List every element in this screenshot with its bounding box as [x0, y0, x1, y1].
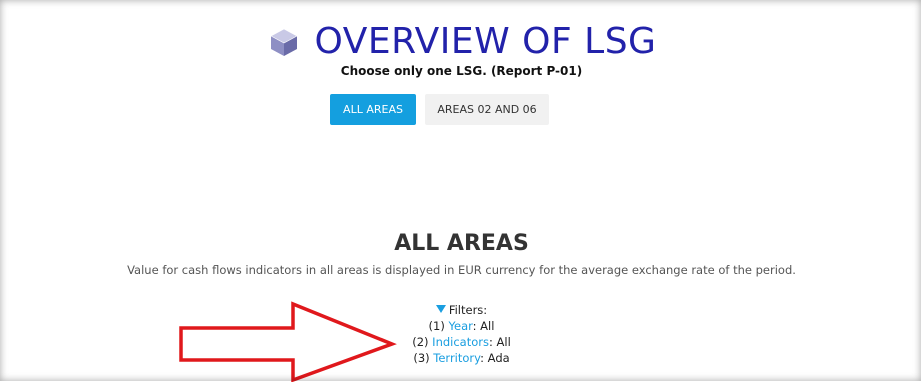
- filters-panel: Filters: (1) Year: All (2) Indicators: A…: [10, 302, 913, 366]
- cube-icon: [267, 25, 301, 59]
- filter-indicators-link[interactable]: Indicators: [432, 335, 489, 349]
- filter-indicators-value: : All: [488, 335, 511, 349]
- filters-label: Filters:: [448, 303, 488, 317]
- red-arrow-icon: [179, 301, 397, 382]
- page-header: OVERVIEW OF LSG: [10, 22, 913, 63]
- filter-index: (1): [428, 319, 449, 333]
- funnel-icon: [435, 305, 446, 313]
- report-page: OVERVIEW OF LSG Choose only one LSG. (Re…: [10, 8, 913, 382]
- section-description: Value for cash flows indicators in all a…: [127, 263, 796, 277]
- filters-header: Filters:: [10, 302, 913, 318]
- tab-all-areas[interactable]: ALL AREAS: [330, 94, 416, 125]
- filter-territory: (3) Territory: Ada: [10, 350, 913, 366]
- filter-indicators: (2) Indicators: All: [10, 334, 913, 350]
- filter-year: (1) Year: All: [10, 318, 913, 334]
- area-tabs: ALL AREAS AREAS 02 AND 06: [330, 94, 549, 125]
- page-subtitle: Choose only one LSG. (Report P-01): [340, 64, 583, 78]
- page-title: OVERVIEW OF LSG: [314, 21, 657, 62]
- filter-year-link[interactable]: Year: [449, 319, 473, 333]
- filter-index: (2): [412, 335, 433, 349]
- filter-year-value: : All: [472, 319, 495, 333]
- filter-territory-value: : Ada: [480, 351, 510, 365]
- filter-index: (3): [413, 351, 434, 365]
- tab-areas-02-and-06[interactable]: AREAS 02 AND 06: [425, 94, 549, 125]
- section-title: ALL AREAS: [394, 231, 529, 256]
- filter-territory-link[interactable]: Territory: [433, 351, 480, 365]
